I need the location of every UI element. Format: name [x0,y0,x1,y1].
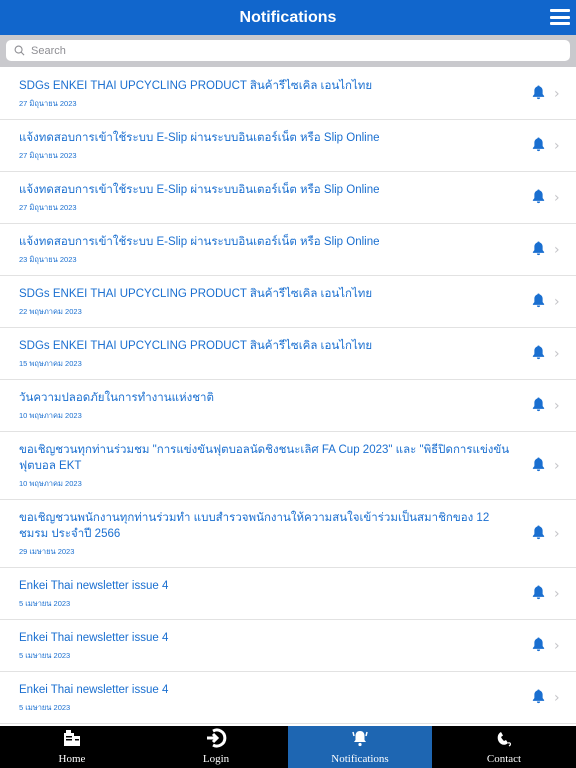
list-item[interactable]: แจ้งทดสอบการเข้าใช้ระบบ E-Slip ผ่านระบบอ… [0,172,576,224]
notification-date: 23 มิถุนายน 2023 [19,255,77,264]
list-item[interactable]: SDGs ENKEI THAI UPCYCLING PRODUCT สินค้า… [0,68,576,120]
notification-title: ขอเชิญชวนพนักงานทุกท่านร่วมทำ แบบสำรวจพน… [19,512,490,540]
notification-date: 27 มิถุนายน 2023 [19,203,77,212]
notification-date: 29 เมษายน 2023 [19,547,75,556]
list-item[interactable]: Enkei Thai newsletter issue 4 5 เมษายน 2… [0,672,576,724]
search-input[interactable] [31,44,531,57]
hamburger-icon[interactable] [550,9,570,25]
bell-icon [531,524,546,544]
tab-label: Home [58,753,86,765]
chevron-right-icon: › [554,690,560,706]
notification-title: SDGs ENKEI THAI UPCYCLING PRODUCT สินค้า… [19,80,373,92]
notification-date: 5 เมษายน 2023 [19,651,71,660]
notification-title: แจ้งทดสอบการเข้าใช้ระบบ E-Slip ผ่านระบบอ… [19,236,380,248]
notification-title: Enkei Thai newsletter issue 4 [19,684,169,696]
notification-title: Enkei Thai newsletter issue 4 [19,580,169,592]
notification-title: วันความปลอดภัยในการทำงานแห่งชาติ [19,392,214,404]
bell-icon [531,292,546,312]
chevron-right-icon: › [554,346,560,362]
tab-login[interactable]: Login [144,726,288,768]
notification-title: SDGs ENKEI THAI UPCYCLING PRODUCT สินค้า… [19,340,373,352]
list-item[interactable]: แจ้งทดสอบการเข้าใช้ระบบ E-Slip ผ่านระบบอ… [0,224,576,276]
bell-icon [531,688,546,708]
list-item[interactable]: ขอเชิญชวนทุกท่านร่วมชม "การแข่งขันฟุตบอล… [0,432,576,500]
building-icon [62,728,82,753]
list-item[interactable]: Enkei Thai newsletter issue 4 5 เมษายน 2… [0,568,576,620]
chevron-right-icon: › [554,86,560,102]
bell-icon [531,344,546,364]
bell-icon [531,456,546,476]
notification-date: 10 พฤษภาคม 2023 [19,411,82,420]
notification-title: แจ้งทดสอบการเข้าใช้ระบบ E-Slip ผ่านระบบอ… [19,184,380,196]
bell-icon [531,396,546,416]
chevron-right-icon: › [554,398,560,414]
notification-title: ขอเชิญชวนทุกท่านร่วมชม "การแข่งขันฟุตบอล… [19,444,510,472]
bell-icon [531,636,546,656]
chevron-right-icon: › [554,242,560,258]
chevron-right-icon: › [554,190,560,206]
tab-label: Notifications [331,753,389,765]
tab-notifications[interactable]: Notifications [288,726,432,768]
list-item[interactable]: ขอเชิญชวนพนักงานทุกท่านร่วมทำ แบบสำรวจพน… [0,500,576,568]
tab-label: Contact [486,753,522,765]
bell-icon [531,136,546,156]
bell-icon [531,584,546,604]
list-item[interactable]: วันความปลอดภัยในการทำงานแห่งชาติ 10 พฤษภ… [0,380,576,432]
chevron-right-icon: › [554,294,560,310]
header-bar: Notifications [0,0,576,35]
notification-date: 5 เมษายน 2023 [19,599,71,608]
bell-icon [531,188,546,208]
bell-icon [531,240,546,260]
notification-title: SDGs ENKEI THAI UPCYCLING PRODUCT สินค้า… [19,288,373,300]
chevron-right-icon: › [554,138,560,154]
chevron-right-icon: › [554,586,560,602]
page-title: Notifications [239,8,337,26]
list-item[interactable]: SDGs ENKEI THAI UPCYCLING PRODUCT สินค้า… [0,328,576,380]
tab-contact[interactable]: Contact [432,726,576,768]
tab-home[interactable]: Home [0,726,144,768]
notification-date: 15 พฤษภาคม 2023 [19,359,82,368]
bell-icon [531,84,546,104]
login-icon [205,728,227,753]
notification-title: Enkei Thai newsletter issue 4 [19,632,169,644]
notification-date: 5 เมษายน 2023 [19,703,71,712]
search-field[interactable] [6,40,570,61]
tab-label: Login [202,753,230,765]
notification-date: 27 มิถุนายน 2023 [19,99,77,108]
notification-list[interactable]: SDGs ENKEI THAI UPCYCLING PRODUCT สินค้า… [0,68,576,726]
search-icon [14,45,25,56]
list-item[interactable]: แจ้งทดสอบการเข้าใช้ระบบ E-Slip ผ่านระบบอ… [0,120,576,172]
chevron-right-icon: › [554,638,560,654]
notification-date: 22 พฤษภาคม 2023 [19,307,82,316]
notification-title: แจ้งทดสอบการเข้าใช้ระบบ E-Slip ผ่านระบบอ… [19,132,380,144]
chevron-right-icon: › [554,458,560,474]
bell-icon [350,728,370,753]
phone-icon [494,728,514,753]
list-item[interactable]: Enkei Thai newsletter issue 4 5 เมษายน 2… [0,620,576,672]
chevron-right-icon: › [554,526,560,542]
bottom-nav: Home Login Notifications Contact [0,726,576,768]
notification-date: 27 มิถุนายน 2023 [19,151,77,160]
search-bar [0,35,576,67]
notification-date: 10 พฤษภาคม 2023 [19,479,82,488]
list-item[interactable]: SDGs ENKEI THAI UPCYCLING PRODUCT สินค้า… [0,276,576,328]
